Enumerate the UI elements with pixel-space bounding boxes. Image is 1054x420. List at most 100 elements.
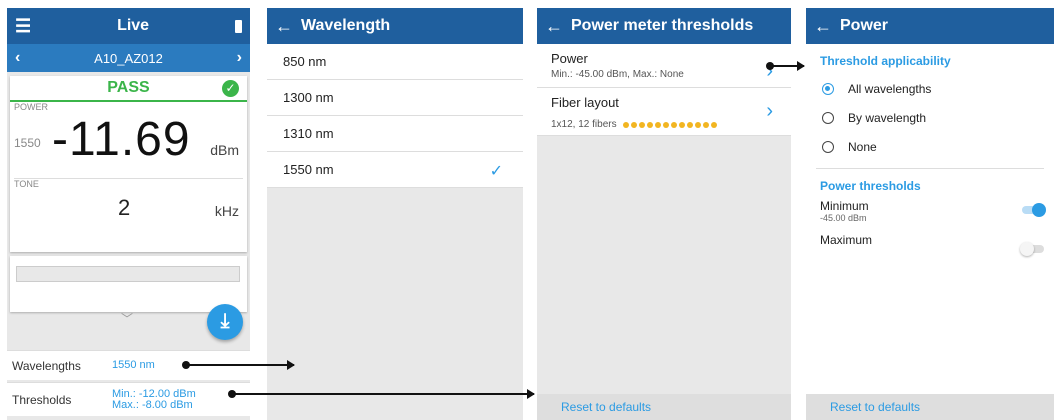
tone-label: TONE xyxy=(14,179,39,189)
thresholds-title: Power meter thresholds xyxy=(571,17,754,34)
back-arrow-icon[interactable]: ← xyxy=(537,16,571,37)
fiber-dot xyxy=(638,121,645,128)
power-threshold-title: Power xyxy=(551,51,588,66)
checkmark-icon: ✓ xyxy=(489,163,503,180)
wavelength-option-1300[interactable]: 1300 nm xyxy=(267,80,523,116)
fiber-layout-text: 1x12, 12 fibers xyxy=(551,119,617,130)
toggle-knob xyxy=(1032,203,1046,217)
radio-label: All wavelengths xyxy=(848,81,932,96)
wavelength-option-1310[interactable]: 1310 nm xyxy=(267,116,523,152)
wavelength-title: Wavelength xyxy=(301,17,391,34)
radio-unselected-icon xyxy=(822,140,834,153)
tone-reading: 2 kHz xyxy=(10,189,247,233)
tone-unit: kHz xyxy=(214,203,239,219)
back-arrow-icon[interactable]: ← xyxy=(267,16,301,37)
power-reading: 1550 -11.69 dBm xyxy=(10,112,247,178)
power-label: POWER xyxy=(14,102,49,112)
wavelength-option-label: 1300 nm xyxy=(283,90,334,105)
power-value: -11.69 xyxy=(52,113,191,166)
tone-value: 2 xyxy=(118,195,131,220)
reset-defaults-button[interactable]: Reset to defaults xyxy=(537,394,791,420)
reset-defaults-button[interactable]: Reset to defaults xyxy=(806,394,1054,420)
radio-label: None xyxy=(848,139,877,154)
fiber-dot xyxy=(622,121,629,128)
fiber-dot xyxy=(694,121,701,128)
wavelength-option-1550[interactable]: 1550 nm ✓ xyxy=(267,152,523,188)
battery-icon xyxy=(235,19,242,33)
wavelength-option-label: 1310 nm xyxy=(283,126,334,141)
chevron-right-icon[interactable]: › xyxy=(237,49,242,67)
radio-none[interactable]: None xyxy=(806,132,1054,161)
fiber-dot xyxy=(710,121,717,128)
fiber-dot xyxy=(662,121,669,128)
power-connector-arrow xyxy=(766,61,805,71)
device-selector: ‹ A10_AZ012 › xyxy=(7,44,250,72)
power-panel: ← Power Threshold applicability All wave… xyxy=(806,8,1054,420)
minimum-value: -45.00 dBm xyxy=(820,213,867,223)
maximum-toggle[interactable] xyxy=(1020,242,1044,256)
minimum-toggle[interactable] xyxy=(1022,203,1046,217)
thresholds-app-bar: ← Power meter thresholds xyxy=(537,8,791,44)
maximum-row: Maximum xyxy=(806,233,1054,265)
live-title: Live xyxy=(117,17,150,34)
radio-unselected-icon xyxy=(822,111,834,124)
applicability-heading: Threshold applicability xyxy=(820,54,951,68)
back-arrow-icon[interactable]: ← xyxy=(806,16,840,37)
power-title: Power xyxy=(840,17,889,34)
radio-selected-icon xyxy=(822,82,834,95)
live-app-bar: ☰ Live xyxy=(7,8,250,44)
connector-dot xyxy=(766,62,774,70)
chevron-right-icon: › xyxy=(766,100,773,122)
level-bar xyxy=(16,266,240,282)
radio-by-wavelength[interactable]: By wavelength xyxy=(806,103,1054,132)
minimum-row: Minimum -45.00 dBm xyxy=(806,199,1054,231)
fiber-dot xyxy=(654,121,661,128)
connector-dot xyxy=(182,361,190,369)
power-threshold-sub: Min.: -45.00 dBm, Max.: None xyxy=(551,69,684,80)
radio-label: By wavelength xyxy=(848,110,927,125)
fiber-dots xyxy=(622,121,717,128)
chevron-down-icon[interactable]: ﹀ xyxy=(121,310,133,327)
hamburger-icon[interactable]: ☰ xyxy=(15,16,31,37)
wavelength-option-label: 850 nm xyxy=(283,54,327,69)
wavelength-option-label: 1550 nm xyxy=(283,162,334,177)
download-button[interactable]: ⤓ xyxy=(207,304,243,340)
radio-all-wavelengths[interactable]: All wavelengths xyxy=(806,74,1054,103)
wavelength-option-850[interactable]: 850 nm xyxy=(267,44,523,80)
arrowhead-icon xyxy=(527,389,535,399)
wavelengths-connector-arrow xyxy=(182,360,295,370)
power-unit: dBm xyxy=(210,142,239,158)
thresholds-panel: ← Power meter thresholds Power Min.: -45… xyxy=(537,8,791,420)
power-thresholds-heading: Power thresholds xyxy=(820,179,921,193)
fiber-dot xyxy=(678,121,685,128)
thresholds-row[interactable]: Thresholds Min.: -12.00 dBm Max.: -8.00 … xyxy=(7,382,250,416)
chevron-left-icon[interactable]: ‹ xyxy=(15,49,20,67)
power-threshold-item[interactable]: Power Min.: -45.00 dBm, Max.: None › xyxy=(537,44,791,88)
arrowhead-icon xyxy=(797,61,805,71)
wavelength-app-bar: ← Wavelength xyxy=(267,8,523,44)
minimum-label: Minimum xyxy=(820,199,869,213)
power-card: PASS ✓ POWER 1550 -11.69 dBm TONE 2 kHz xyxy=(10,76,247,252)
fiber-dot xyxy=(630,121,637,128)
level-card xyxy=(10,256,247,312)
power-app-bar: ← Power xyxy=(806,8,1054,44)
connector-dot xyxy=(228,390,236,398)
fiber-dot xyxy=(646,121,653,128)
thresholds-value: Min.: -12.00 dBm Max.: -8.00 dBm xyxy=(112,388,196,411)
arrowhead-icon xyxy=(287,360,295,370)
fiber-dot xyxy=(670,121,677,128)
wavelengths-key: Wavelengths xyxy=(12,358,81,373)
pass-label: PASS xyxy=(107,79,150,96)
toggle-knob xyxy=(1020,242,1034,256)
screenshot-stage: ☰ Live ‹ A10_AZ012 › PASS ✓ POWER 1550 -… xyxy=(0,0,1054,420)
fiber-layout-item[interactable]: Fiber layout 1x12, 12 fibers › xyxy=(537,88,791,136)
device-name: A10_AZ012 xyxy=(94,50,163,66)
thresholds-key: Thresholds xyxy=(12,392,72,407)
maximum-label: Maximum xyxy=(820,233,873,247)
fiber-dot xyxy=(702,121,709,128)
check-circle-icon: ✓ xyxy=(222,80,239,97)
fiber-dot xyxy=(686,121,693,128)
reading-wavelength: 1550 xyxy=(14,136,41,150)
live-panel: ☰ Live ‹ A10_AZ012 › PASS ✓ POWER 1550 -… xyxy=(7,8,250,420)
wavelength-panel: ← Wavelength 850 nm 1300 nm 1310 nm 1550… xyxy=(267,8,523,420)
